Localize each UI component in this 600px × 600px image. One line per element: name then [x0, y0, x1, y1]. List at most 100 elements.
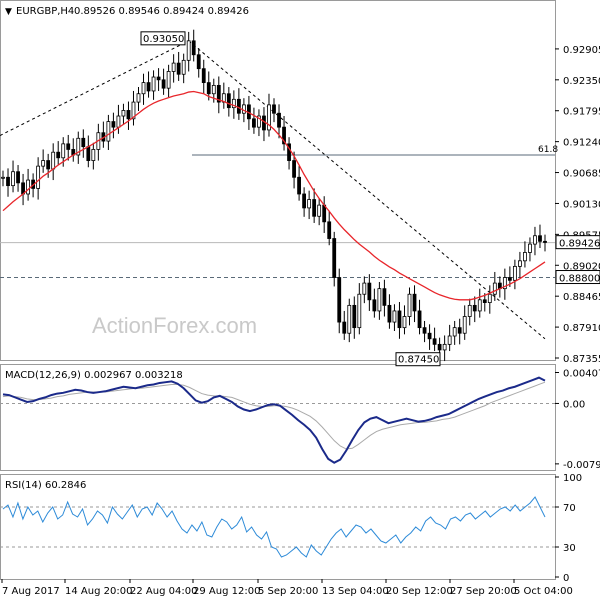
price-candle-body: [181, 59, 186, 75]
forex-chart: ActionForex.com ▼ EURGBP,H4 0.89526 0.89…: [0, 0, 600, 597]
price-candle-body: [337, 277, 342, 323]
price-candle-body: [141, 82, 146, 95]
price-candle-body: [156, 76, 161, 81]
price-axis-label: 0.90130: [563, 199, 600, 210]
swing-low-label: 0.87450: [398, 355, 439, 366]
header-arrow-icon: ▼: [5, 7, 12, 17]
price-candle-body: [528, 243, 532, 253]
price-candle-body: [121, 110, 126, 117]
price-candle-body: [372, 299, 377, 312]
price-candle-body: [543, 240, 547, 243]
x-axis-label: 14 Aug 20:00: [65, 586, 132, 597]
x-axis-label: 5 Oct 04:00: [514, 586, 573, 597]
price-candle-body: [66, 143, 71, 150]
price-candle-body: [507, 277, 512, 281]
price-candle-body: [512, 265, 517, 281]
price-candle-body: [1, 176, 5, 179]
x-axis-label: 5 Sep 20:00: [258, 586, 318, 597]
price-candle-body: [367, 282, 372, 301]
price-candle-body: [518, 260, 522, 267]
price-candle-body: [523, 252, 527, 262]
price-candle-body: [357, 293, 362, 329]
price-candle-body: [327, 221, 332, 239]
price-candle-body: [397, 310, 402, 329]
rsi-axis-label: 70: [563, 503, 576, 514]
price-candle-body: [201, 68, 206, 84]
price-candle-body: [11, 171, 15, 187]
price-axis-label: 0.90685: [563, 169, 600, 180]
price-axis-label: 0.92905: [563, 45, 600, 56]
price-candle-body: [538, 235, 542, 242]
price-candle-body: [111, 121, 116, 128]
price-candle-body: [407, 293, 412, 317]
ohlc-readout: 0.89526 0.89546 0.89424 0.89426: [74, 6, 249, 17]
price-candle-body: [447, 335, 452, 345]
price-candle-body: [422, 327, 427, 334]
price-candle-body: [332, 238, 337, 278]
price-candle-body: [6, 176, 10, 187]
price-candle-body: [91, 149, 96, 161]
rsi-axis-label: 30: [563, 543, 576, 554]
price-candle-body: [116, 115, 121, 128]
price-candle-body: [191, 40, 196, 56]
price-axis-label: 0.87355: [563, 354, 600, 365]
price-candle-body: [392, 310, 397, 323]
price-candle-body: [307, 199, 312, 209]
price-candle-body: [196, 54, 201, 70]
price-candle-body: [437, 343, 442, 351]
price-candle-body: [236, 98, 241, 114]
price-candle-body: [86, 146, 91, 161]
price-axis-label: 0.88465: [563, 292, 600, 303]
price-candle-body: [272, 104, 276, 114]
rsi-title: RSI(14) 60.2846: [5, 480, 86, 491]
price-candle-body: [252, 118, 256, 128]
price-candle-body: [533, 235, 537, 245]
symbol-label: EURGBP,H4: [16, 6, 74, 17]
macd-axis-label: -0.007956: [563, 460, 600, 471]
price-candle-body: [382, 288, 387, 306]
price-candle-body: [106, 121, 111, 142]
price-candle-body: [206, 82, 211, 95]
price-candle-body: [402, 316, 407, 329]
x-axis-label: 20 Sep 12:00: [386, 586, 453, 597]
swing-high-label: 0.93050: [143, 34, 184, 45]
price-candle-body: [176, 62, 181, 75]
price-candle-body: [151, 76, 156, 92]
x-axis-label: 27 Sep 20:00: [450, 586, 517, 597]
price-candle-body: [136, 93, 141, 103]
price-candle-body: [297, 176, 301, 195]
price-candle-body: [442, 343, 447, 351]
price-candle-body: [352, 304, 357, 329]
x-axis-label: 7 Aug 2017: [2, 586, 60, 597]
price-candle-body: [126, 110, 131, 120]
price-candle-body: [211, 84, 216, 95]
price-candle-body: [462, 316, 467, 334]
price-candle-body: [482, 299, 487, 303]
price-candle-body: [417, 310, 422, 329]
price-candle-body: [487, 293, 492, 303]
x-axis-label: 13 Sep 04:00: [322, 586, 389, 597]
price-candle-body: [317, 204, 322, 217]
macd-title: MACD(12,26,9) 0.002967 0.003218: [5, 370, 183, 381]
price-candle-body: [302, 193, 307, 209]
price-candle-body: [146, 82, 151, 92]
last-price-label: 0.89426: [559, 239, 600, 250]
macd-axis-label: 0.00: [563, 399, 585, 410]
price-candle-body: [362, 282, 367, 295]
x-axis-label: 22 Aug 04:00: [130, 586, 197, 597]
price-candle-body: [292, 160, 296, 178]
price-candle-body: [387, 304, 392, 323]
price-candle-body: [377, 288, 382, 312]
price-candle-body: [46, 160, 51, 170]
price-candle-body: [432, 338, 437, 345]
price-candle-body: [277, 112, 281, 128]
price-candle-body: [322, 204, 327, 223]
price-axis-label: 0.91240: [563, 138, 600, 149]
price-candle-body: [36, 165, 41, 189]
price-candle-body: [16, 171, 20, 184]
price-candle-body: [457, 327, 462, 334]
price-axis-label: 0.91795: [563, 107, 600, 118]
price-candle-body: [186, 40, 191, 61]
x-axis-label: 29 Aug 12:00: [193, 586, 260, 597]
price-candle-body: [452, 327, 457, 337]
